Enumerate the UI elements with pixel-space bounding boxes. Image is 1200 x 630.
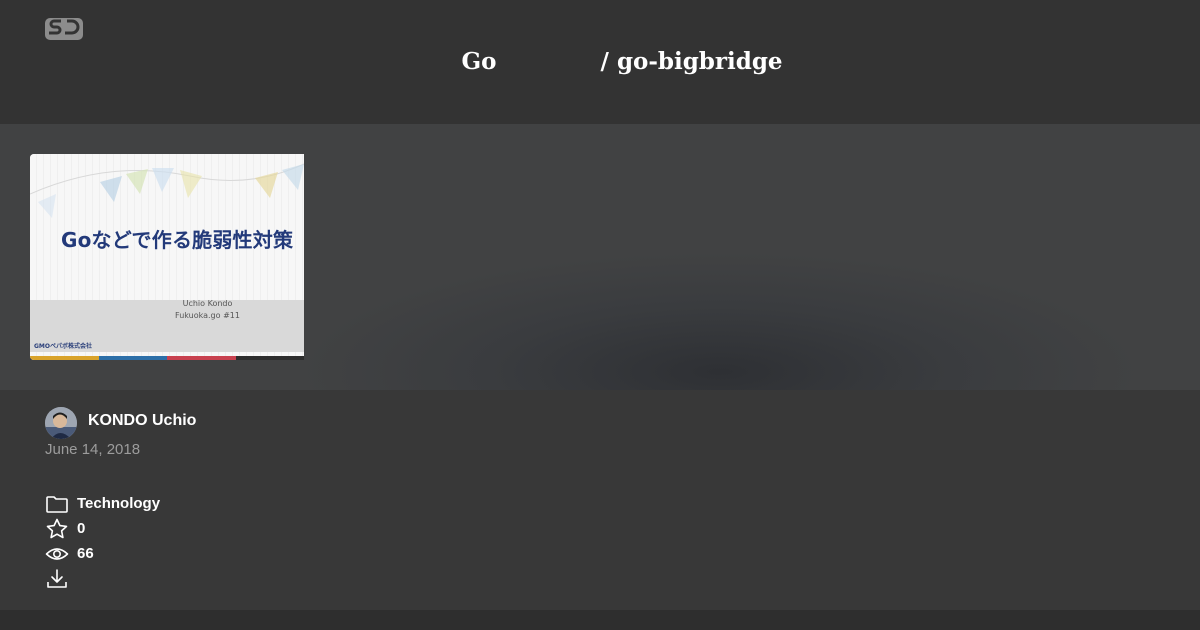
footer-bar	[0, 610, 1200, 630]
view-count: 66	[77, 545, 94, 562]
slide-preview-area: Goなどで作る脆弱性対策 Uchio Kondo Fukuoka.go #11 …	[0, 124, 1200, 390]
slide-bar-segment	[30, 356, 99, 360]
slide-author: Uchio Kondo	[182, 299, 233, 308]
slide-company-logo: GMOペパボ株式会社	[34, 343, 92, 350]
speakerdeck-logo-icon[interactable]	[45, 17, 83, 41]
category-link[interactable]: Technology	[77, 494, 160, 514]
header: Go / go-bigbridge	[0, 0, 1200, 124]
download-icon[interactable]	[45, 567, 69, 591]
bunting-decoration	[30, 163, 304, 218]
slide-bar-segment	[167, 356, 236, 360]
star-count: 0	[77, 520, 86, 537]
page-title: Go / go-bigbridge	[461, 48, 783, 75]
avatar[interactable]	[45, 407, 77, 439]
eye-icon	[45, 548, 69, 560]
slide-bar-segment	[235, 356, 304, 360]
avatar-image	[45, 407, 77, 439]
slide-color-bar	[30, 356, 304, 360]
publish-date: June 14, 2018	[45, 441, 141, 458]
author-name[interactable]: KONDO Uchio	[88, 411, 196, 431]
folder-icon	[46, 496, 68, 513]
slide-bar-segment	[98, 356, 167, 360]
slide-thumbnail[interactable]: Goなどで作る脆弱性対策 Uchio Kondo Fukuoka.go #11 …	[30, 154, 304, 360]
star-icon[interactable]	[45, 517, 69, 541]
slide-event: Fukuoka.go #11	[175, 311, 240, 320]
slide-title: Goなどで作る脆弱性対策	[61, 228, 294, 252]
